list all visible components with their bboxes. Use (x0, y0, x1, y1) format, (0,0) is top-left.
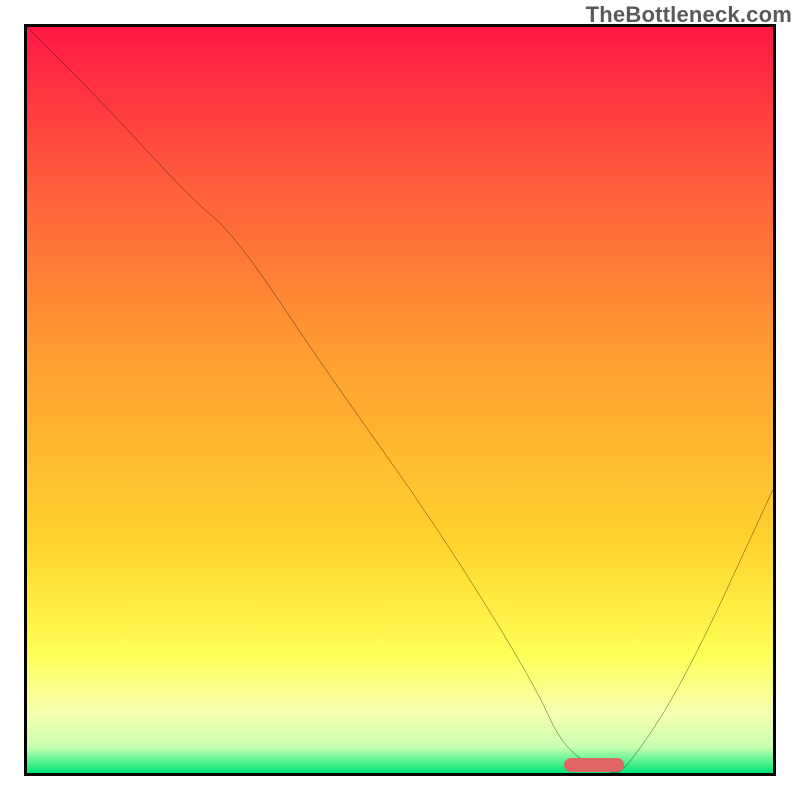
optimal-range-marker (564, 758, 624, 772)
chart-frame: TheBottleneck.com (0, 0, 800, 800)
bottleneck-curve (27, 27, 773, 773)
plot-area (24, 24, 776, 776)
